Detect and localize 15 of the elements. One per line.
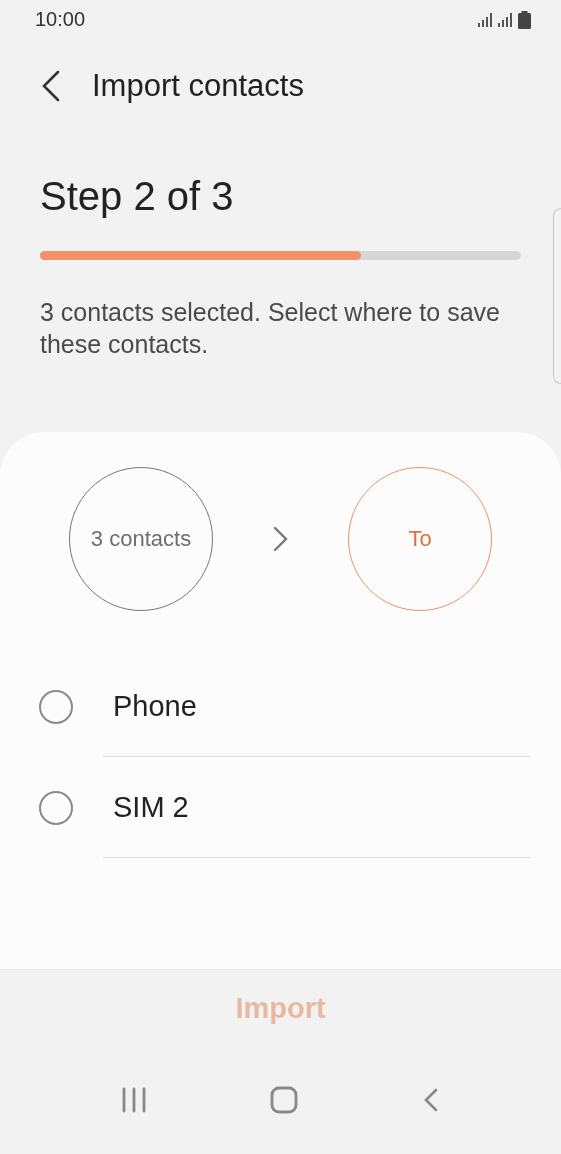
chevron-right-icon: [272, 525, 289, 554]
signal-icon: [498, 12, 512, 27]
home-icon[interactable]: [270, 1086, 299, 1115]
radio-button[interactable]: [39, 790, 73, 825]
description-text: 3 contacts selected. Select where to save these contacts.: [40, 297, 501, 361]
battery-icon: [518, 10, 531, 29]
signal-icon: [478, 12, 492, 27]
option-label[interactable]: SIM 2: [113, 791, 189, 825]
radio-button[interactable]: [39, 689, 73, 724]
status-time: 10:00: [35, 8, 86, 32]
page-title: Import contacts: [92, 68, 304, 105]
option-label[interactable]: Phone: [113, 690, 197, 724]
step-title: Step 2 of 3: [40, 173, 235, 221]
recent-apps-icon[interactable]: [122, 1087, 147, 1114]
back-icon[interactable]: [40, 69, 62, 104]
